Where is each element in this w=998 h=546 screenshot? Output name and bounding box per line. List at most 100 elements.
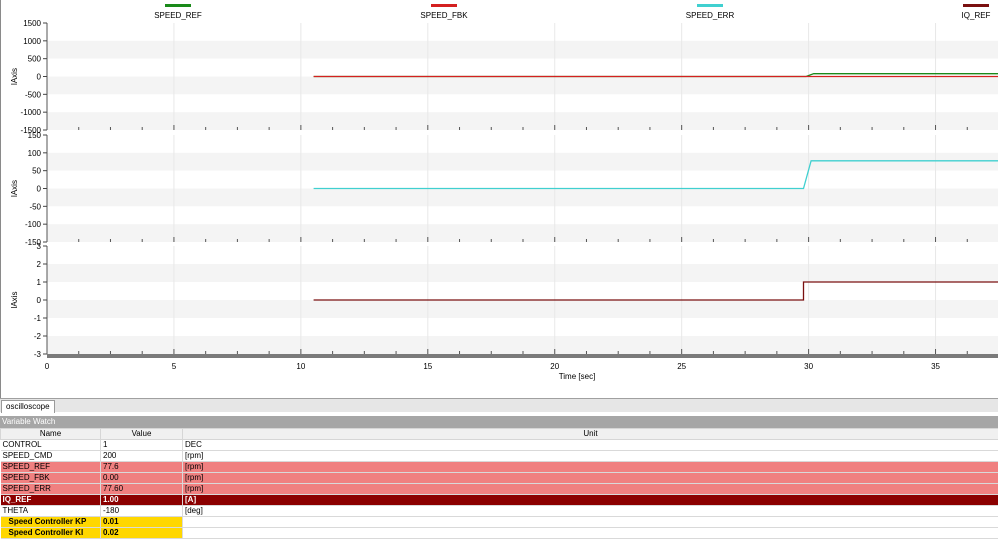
watch-row-speed-cmd[interactable]: SPEED_CMD 200 [rpm] xyxy=(0,450,998,462)
y-tick-label: 2 xyxy=(37,260,42,269)
watch-name: Speed Controller KP xyxy=(0,516,101,528)
plot-band xyxy=(47,264,998,282)
column-header-name[interactable]: Name xyxy=(0,428,101,440)
y-tick-label: 0 xyxy=(37,185,42,194)
legend-swatch-speed-err xyxy=(697,4,723,7)
watch-unit: [rpm] xyxy=(182,483,998,495)
y-tick-label: -500 xyxy=(25,90,42,99)
x-axis-label: Time [sec] xyxy=(559,372,596,381)
watch-unit: [rpm] xyxy=(182,472,998,484)
legend-swatch-speed-fbk xyxy=(431,4,457,7)
oscilloscope-plot[interactable]: SPEED_REF SPEED_FBK SPEED_ERR IQ_REF1500100… xyxy=(1,0,998,398)
plot-band xyxy=(47,282,998,300)
watch-name: SPEED_FBK xyxy=(0,472,101,484)
watch-unit: [rpm] xyxy=(182,461,998,473)
watch-row-theta[interactable]: THETA -180 [deg] xyxy=(0,505,998,517)
watch-value[interactable]: 0.02 xyxy=(100,527,183,539)
oscilloscope-panel[interactable]: SPEED_REF SPEED_FBK SPEED_ERR IQ_REF 1500 100… xyxy=(0,0,998,398)
watch-row-speed-fbk[interactable]: SPEED_FBK 0.00 [rpm] xyxy=(0,472,998,484)
watch-name: CONTROL xyxy=(0,439,101,451)
watch-name: THETA xyxy=(0,505,101,517)
plot-band xyxy=(47,170,998,189)
legend-label-speed-fbk: SPEED_FBK xyxy=(420,11,468,20)
plot-band xyxy=(47,94,998,113)
y-axis-label: lAxis xyxy=(10,292,19,309)
y-tick-label: 150 xyxy=(28,131,42,140)
x-tick-label: 20 xyxy=(550,362,559,371)
y-tick-label: 3 xyxy=(37,242,42,251)
y-tick-label: -3 xyxy=(34,350,42,359)
watch-value[interactable]: 77.60 xyxy=(100,483,183,495)
y-tick-label: -1 xyxy=(34,314,42,323)
watch-unit: [A] xyxy=(182,494,998,506)
plot-band xyxy=(47,40,998,59)
watch-name: SPEED_ERR xyxy=(0,483,101,495)
legend-label-iq-ref: IQ_REF xyxy=(962,11,991,20)
y-tick-label: 1 xyxy=(37,278,42,287)
watch-value[interactable]: 0.00 xyxy=(100,472,183,484)
x-tick-label: 30 xyxy=(804,362,813,371)
watch-name: SPEED_REF xyxy=(0,461,101,473)
y-tick-label: 100 xyxy=(28,149,42,158)
x-axis-bar xyxy=(47,354,998,358)
watch-unit xyxy=(182,527,998,539)
y-tick-label: 0 xyxy=(37,73,42,82)
plot-band xyxy=(47,23,998,41)
y-tick-label: -100 xyxy=(25,220,42,229)
legend-label-speed-ref: SPEED_REF xyxy=(154,11,202,20)
x-tick-label: 0 xyxy=(45,362,50,371)
y-tick-label: -1000 xyxy=(21,108,42,117)
column-header-unit[interactable]: Unit xyxy=(182,428,998,440)
watch-row-control[interactable]: CONTROL 1 DEC xyxy=(0,439,998,451)
legend-label-speed-err: SPEED_ERR xyxy=(686,11,735,20)
watch-value[interactable]: 77.6 xyxy=(100,461,183,473)
watch-row-speed-ref[interactable]: SPEED_REF 77.6 [rpm] xyxy=(0,461,998,473)
legend-swatch-iq-ref xyxy=(963,4,989,7)
watch-row-speed-kp[interactable]: Speed Controller KP 0.01 xyxy=(0,516,998,528)
watch-row-speed-ki[interactable]: Speed Controller KI 0.02 xyxy=(0,527,998,539)
watch-value[interactable]: 200 xyxy=(100,450,183,462)
x-tick-label: 10 xyxy=(296,362,305,371)
variable-watch-table: Name Value Unit CONTROL 1 DEC SPEED_CMD … xyxy=(0,428,998,539)
watch-value[interactable]: 1.00 xyxy=(100,494,183,506)
x-tick-label: 5 xyxy=(172,362,177,371)
watch-unit: [deg] xyxy=(182,505,998,517)
plot-band xyxy=(47,246,998,264)
variable-watch-title: Variable Watch xyxy=(0,416,998,428)
y-tick-label: -50 xyxy=(29,202,41,211)
column-header-value[interactable]: Value xyxy=(100,428,183,440)
watch-name: SPEED_CMD xyxy=(0,450,101,462)
watch-row-iq-ref[interactable]: IQ_REF 1.00 [A] xyxy=(0,494,998,506)
x-tick-label: 35 xyxy=(931,362,940,371)
watch-unit: DEC xyxy=(182,439,998,451)
plot-band xyxy=(47,318,998,336)
watch-name: Speed Controller KI xyxy=(0,527,101,539)
plot-band xyxy=(47,206,998,225)
y-tick-label: -2 xyxy=(34,332,42,341)
watch-value[interactable]: 1 xyxy=(100,439,183,451)
y-tick-label: 1000 xyxy=(23,37,41,46)
plot-band xyxy=(47,135,998,153)
plot-band xyxy=(47,152,998,171)
watch-header-row: Name Value Unit xyxy=(0,428,998,440)
tab-oscilloscope[interactable]: oscilloscope xyxy=(1,400,55,413)
tab-bar: oscilloscope xyxy=(0,398,998,413)
plot-band xyxy=(47,188,998,207)
legend-swatch-speed-ref xyxy=(165,4,191,7)
y-tick-label: 1500 xyxy=(23,19,41,28)
y-tick-label: 0 xyxy=(37,296,42,305)
x-tick-label: 15 xyxy=(423,362,432,371)
watch-name: IQ_REF xyxy=(0,494,101,506)
y-axis-label: lAxis xyxy=(10,180,19,197)
plot-band xyxy=(47,300,998,318)
x-tick-label: 25 xyxy=(677,362,686,371)
plot-band xyxy=(47,76,998,95)
watch-value[interactable]: -180 xyxy=(100,505,183,517)
watch-row-speed-err[interactable]: SPEED_ERR 77.60 [rpm] xyxy=(0,483,998,495)
watch-unit xyxy=(182,516,998,528)
y-tick-label: 500 xyxy=(28,55,42,64)
watch-value[interactable]: 0.01 xyxy=(100,516,183,528)
watch-unit: [rpm] xyxy=(182,450,998,462)
y-tick-label: 50 xyxy=(32,167,41,176)
y-axis-label: lAxis xyxy=(10,68,19,85)
